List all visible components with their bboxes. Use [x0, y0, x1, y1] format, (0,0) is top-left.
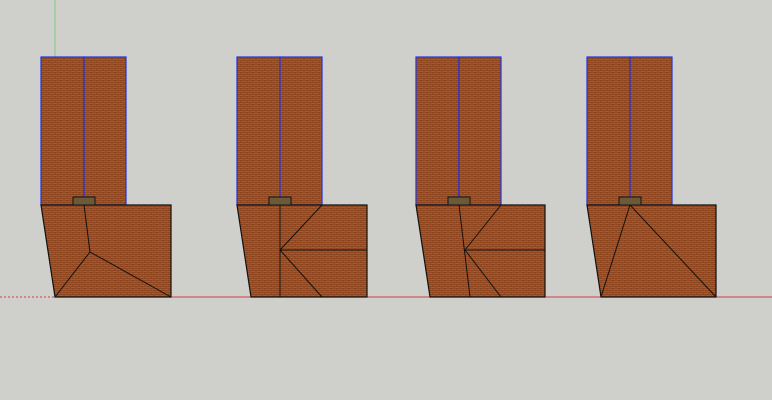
chimney-left-face[interactable] — [236, 56, 281, 206]
roof-face[interactable] — [40, 204, 172, 298]
chimney-ledge[interactable] — [447, 196, 471, 206]
model-3[interactable] — [415, 56, 546, 298]
chimney-left-face[interactable] — [586, 56, 631, 206]
chimney-left-face[interactable] — [40, 56, 85, 206]
model-4[interactable] — [586, 56, 717, 298]
chimney-left-face[interactable] — [415, 56, 460, 206]
model-1[interactable] — [40, 56, 172, 298]
3d-scene-canvas[interactable] — [0, 0, 772, 400]
chimney-ledge[interactable] — [268, 196, 292, 206]
chimney-right-face[interactable] — [83, 56, 127, 206]
chimney-ledge[interactable] — [618, 196, 642, 206]
roof-face[interactable] — [415, 204, 546, 298]
roof-face[interactable] — [586, 204, 717, 298]
chimney-right-face[interactable] — [629, 56, 673, 206]
roof-face[interactable] — [236, 204, 368, 298]
chimney-right-face[interactable] — [279, 56, 323, 206]
chimney-ledge[interactable] — [72, 196, 96, 206]
model-2[interactable] — [236, 56, 368, 298]
chimney-right-face[interactable] — [458, 56, 502, 206]
sketchup-viewport[interactable] — [0, 0, 772, 400]
